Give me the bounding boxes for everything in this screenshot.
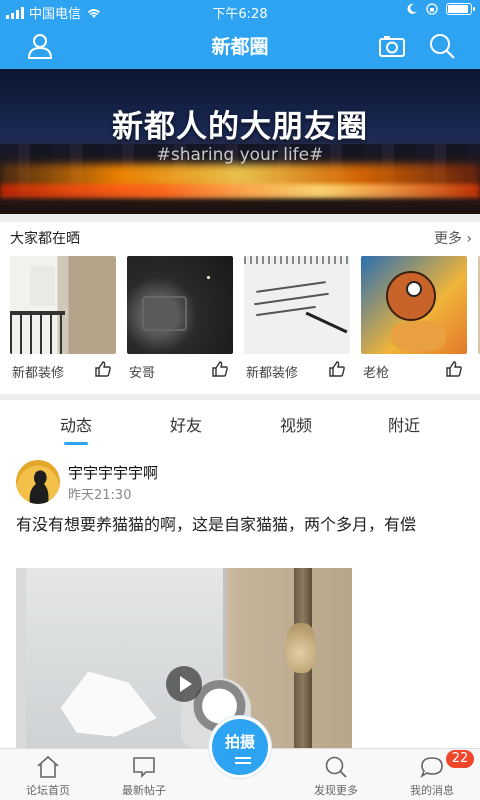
- showcase-card[interactable]: 老枪: [361, 256, 467, 386]
- message-badge: 22: [446, 750, 474, 768]
- status-bar: 中国电信 下午6:28: [0, 0, 480, 22]
- avatar[interactable]: [16, 460, 60, 504]
- banner-subtitle: #sharing your life#: [156, 145, 324, 165]
- showcase-card[interactable]: 新都装修: [244, 256, 350, 386]
- banner-title: 新都人的大朋友圈: [112, 109, 368, 145]
- shoot-button[interactable]: 拍摄: [209, 716, 271, 778]
- orientation-lock-icon: [426, 3, 438, 15]
- showcase-thumb: [127, 256, 233, 354]
- showcase-header: 大家都在晒: [10, 231, 80, 247]
- active-tab-indicator: [64, 442, 88, 445]
- avatar-silhouette: [29, 470, 49, 504]
- moon-icon: [407, 3, 417, 14]
- like-icon[interactable]: [328, 360, 346, 378]
- tab-dynamic[interactable]: 动态: [36, 412, 116, 436]
- message-icon: [420, 757, 443, 778]
- post-text: 有没有想要养猫猫的啊，这是自家猫猫，两个多月，有偿: [16, 515, 417, 534]
- battery-icon: [446, 3, 475, 15]
- showcase-cards: 新都装修 安哥 新都装修 老枪: [10, 256, 480, 386]
- bottom-tab-discover[interactable]: 发现更多: [288, 749, 384, 800]
- showcase-thumb: [361, 256, 467, 354]
- post-video[interactable]: [16, 568, 352, 748]
- like-icon[interactable]: [445, 360, 463, 378]
- tab-friends[interactable]: 好友: [146, 412, 226, 436]
- divider: [0, 214, 480, 222]
- play-icon[interactable]: [166, 666, 202, 702]
- bottom-tab-label: 论坛首页: [26, 784, 70, 797]
- bottom-tab-label: 我的消息: [410, 784, 454, 797]
- search-icon: [325, 756, 347, 778]
- bottom-tab-label: 发现更多: [314, 784, 358, 797]
- chat-square-icon: [133, 757, 155, 778]
- post-username[interactable]: 宇宇宇宇宇啊: [68, 462, 158, 483]
- showcase-card[interactable]: 安哥: [127, 256, 233, 386]
- search-icon[interactable]: [428, 32, 456, 60]
- camera-icon[interactable]: [378, 32, 406, 60]
- like-icon[interactable]: [211, 360, 229, 378]
- showcase-caption: 老枪: [363, 366, 390, 381]
- top-bar: 中国电信 下午6:28 新都圈: [0, 0, 480, 69]
- tab-video[interactable]: 视频: [256, 412, 336, 436]
- showcase-caption: 安哥: [129, 366, 156, 381]
- banner[interactable]: 新都人的大朋友圈 #sharing your life#: [0, 69, 480, 214]
- app-screen: 中国电信 下午6:28 新都圈 新都人的大朋友圈 #sharing your l…: [0, 0, 480, 800]
- shoot-label: 拍摄: [224, 733, 255, 751]
- post-timestamp: 昨天21:30: [68, 488, 132, 503]
- bottom-tab-label: 最新帖子: [122, 784, 166, 797]
- feed-tabs: 动态 好友 视频 附近: [0, 400, 480, 448]
- showcase-section: 大家都在晒 更多 › 新都装修 安哥 新都装修 老枪: [0, 222, 480, 394]
- home-icon: [37, 755, 59, 778]
- page-title: 新都圈: [211, 36, 269, 58]
- showcase-caption: 新都装修: [12, 366, 65, 381]
- showcase-card[interactable]: 新都装修: [10, 256, 116, 386]
- nav-bar: 新都圈: [0, 22, 480, 69]
- showcase-thumb: [244, 256, 350, 354]
- tab-nearby[interactable]: 附近: [364, 412, 444, 436]
- feed-post[interactable]: 宇宇宇宇宇啊 昨天21:30 有没有想要养猫猫的啊，这是自家猫猫，两个多月，有偿: [0, 448, 480, 748]
- like-icon[interactable]: [94, 360, 112, 378]
- bottom-tab-home[interactable]: 论坛首页: [0, 749, 96, 800]
- showcase-thumb: [10, 256, 116, 354]
- bottom-tab-latest[interactable]: 最新帖子: [96, 749, 192, 800]
- showcase-caption: 新都装修: [246, 366, 299, 381]
- menu-icon: [235, 757, 251, 764]
- showcase-more-link[interactable]: 更多 ›: [434, 228, 472, 248]
